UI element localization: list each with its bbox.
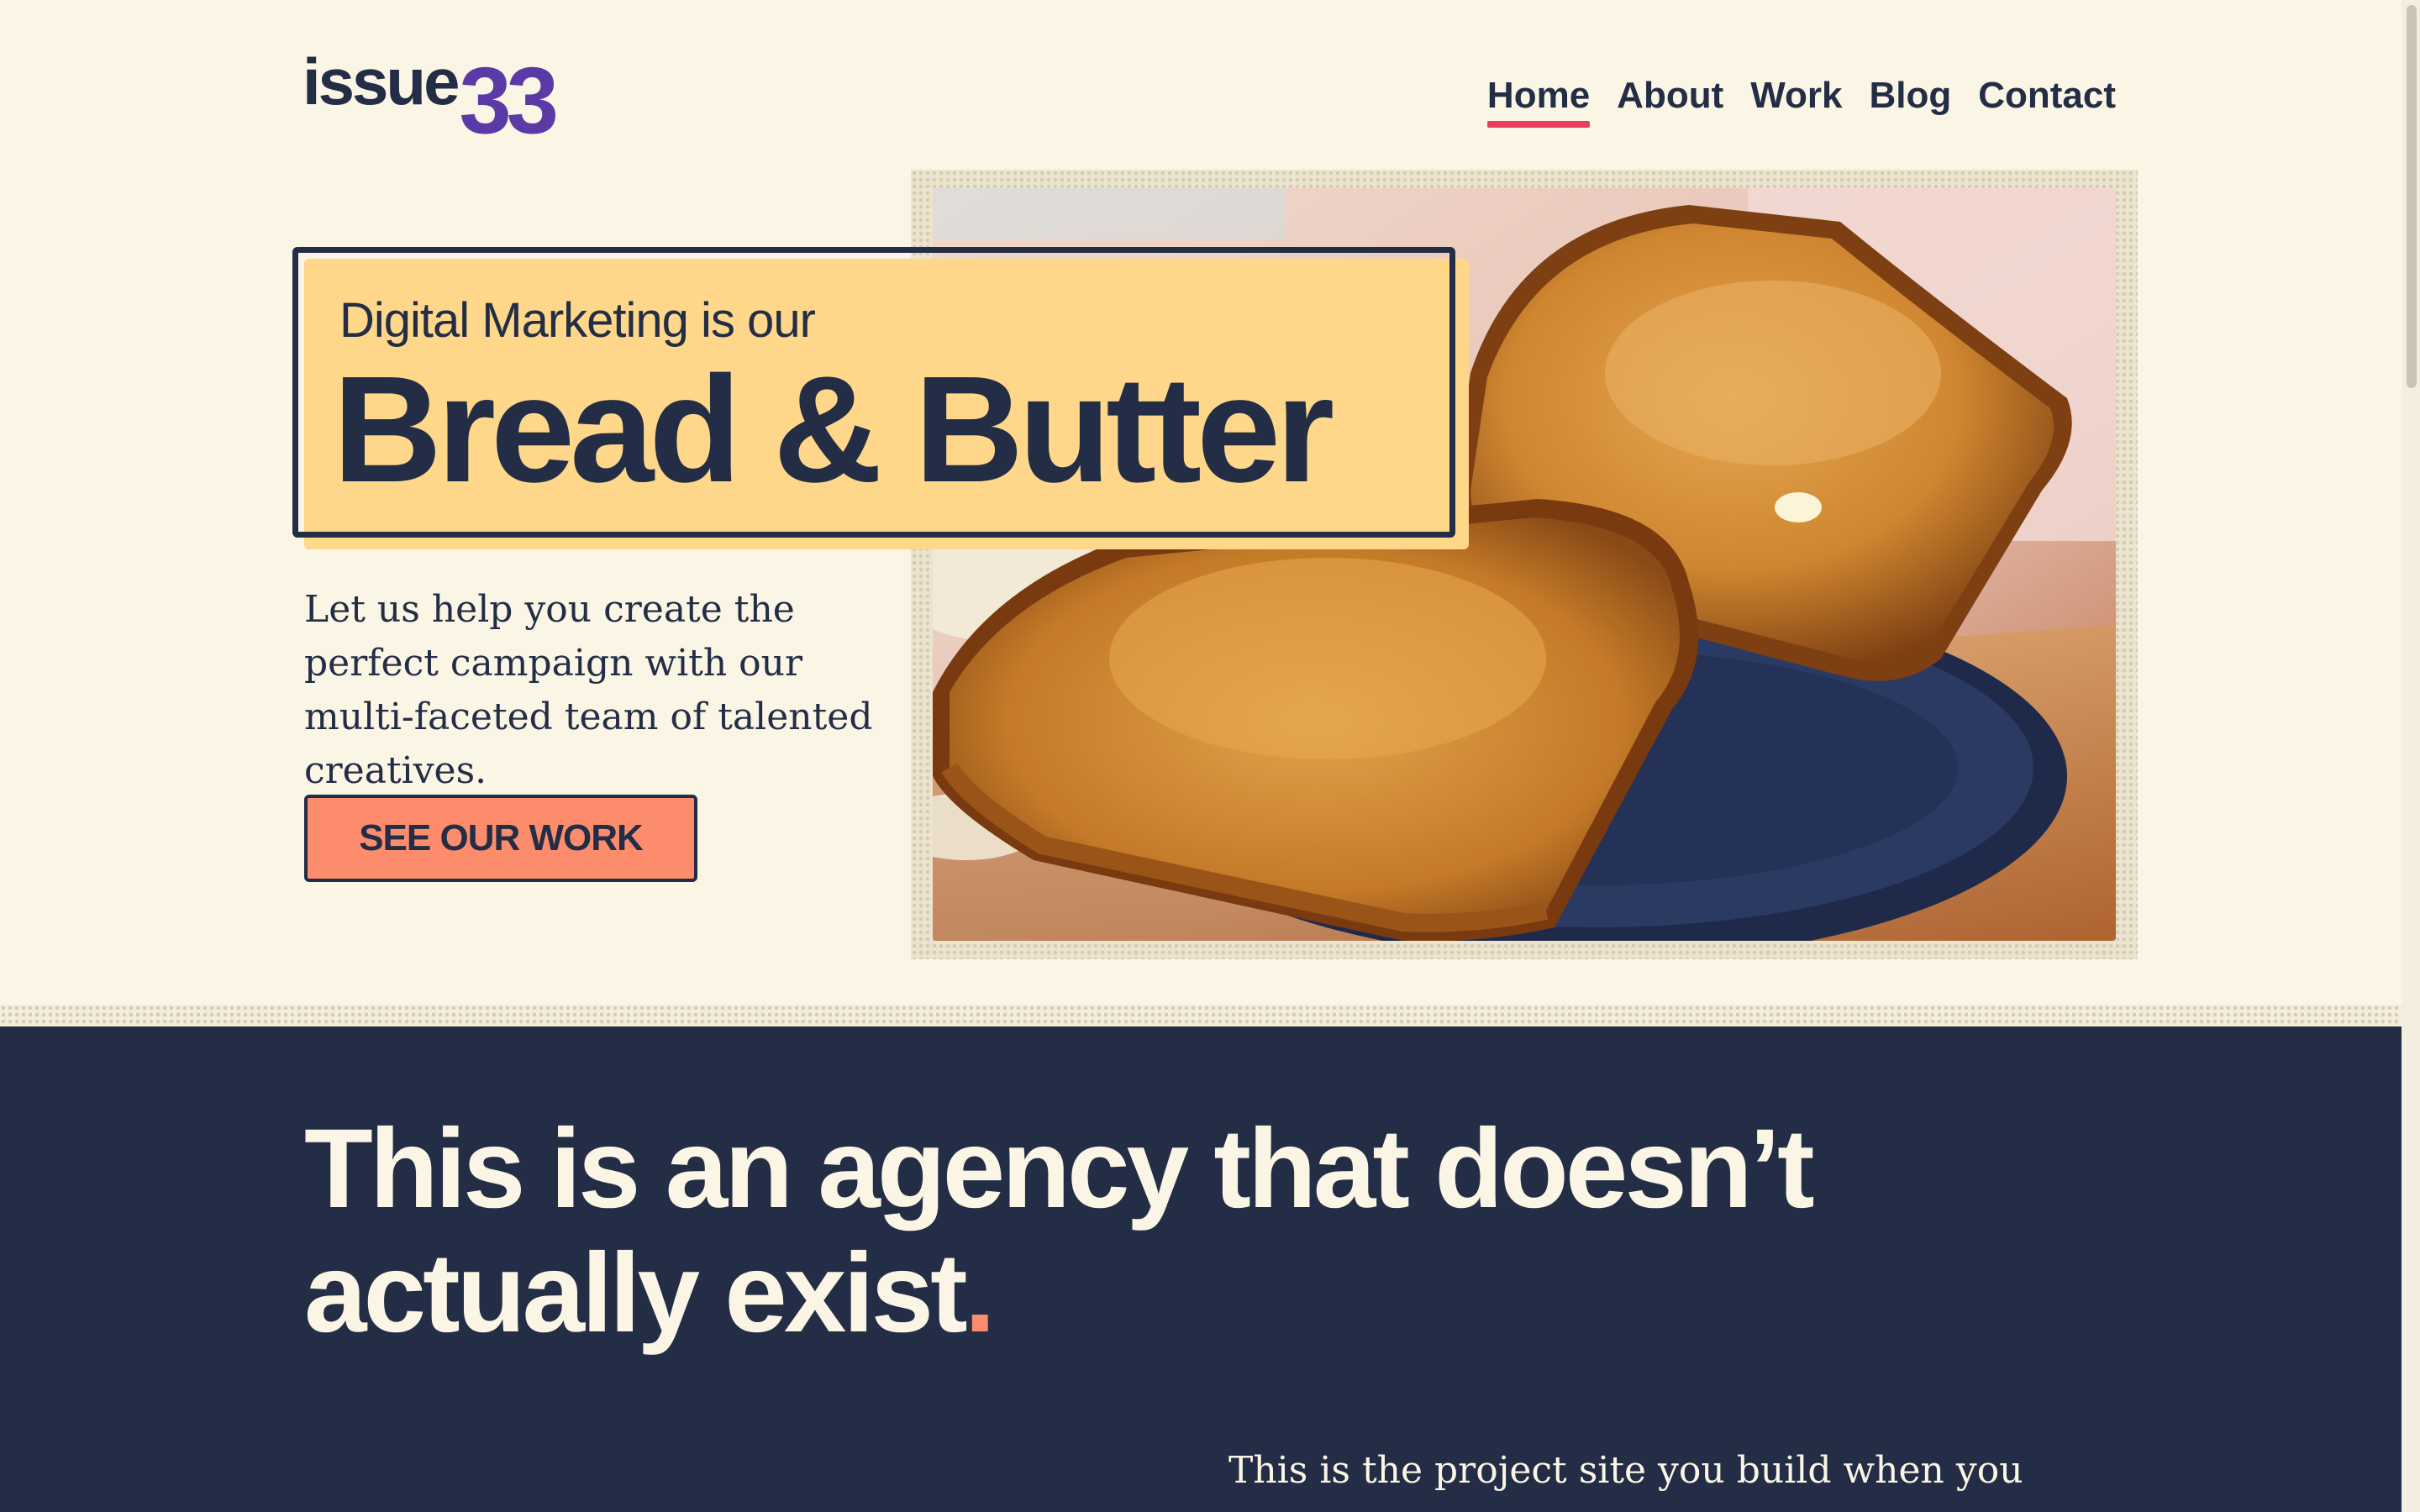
main-nav: Home About Work Blog Contact xyxy=(1486,71,2116,128)
logo-word: issue xyxy=(302,45,460,118)
nav-home[interactable]: Home xyxy=(1486,71,1591,128)
hero-description: Let us help you create the perfect campa… xyxy=(304,588,873,792)
logo-number: 33 xyxy=(459,48,559,153)
page: issue 33 Home About Work Blog Contact Di… xyxy=(0,0,2420,1512)
page-scrollbar[interactable] xyxy=(2402,0,2420,1512)
scrollbar-thumb[interactable] xyxy=(2407,5,2417,388)
heading-dot-accent: . xyxy=(964,1231,996,1356)
about-description: This is the project site you build when … xyxy=(1228,1449,2023,1492)
site-logo[interactable]: issue 33 xyxy=(302,42,559,153)
nav-about[interactable]: About xyxy=(1617,71,1723,121)
see-our-work-button[interactable]: SEE OUR WORK xyxy=(304,795,697,882)
about-heading-text: This is an agency that doesn’t actually … xyxy=(304,1106,1815,1356)
about-heading: This is an agency that doesn’t actually … xyxy=(304,1107,1817,1356)
nav-contact[interactable]: Contact xyxy=(1978,71,2116,121)
section-divider xyxy=(0,1005,2420,1026)
hero-kicker: Digital Marketing is our xyxy=(339,293,816,348)
nav-blog[interactable]: Blog xyxy=(1869,71,1951,121)
hero-headline: Bread & Butter xyxy=(333,345,1334,514)
nav-work[interactable]: Work xyxy=(1750,71,1842,121)
